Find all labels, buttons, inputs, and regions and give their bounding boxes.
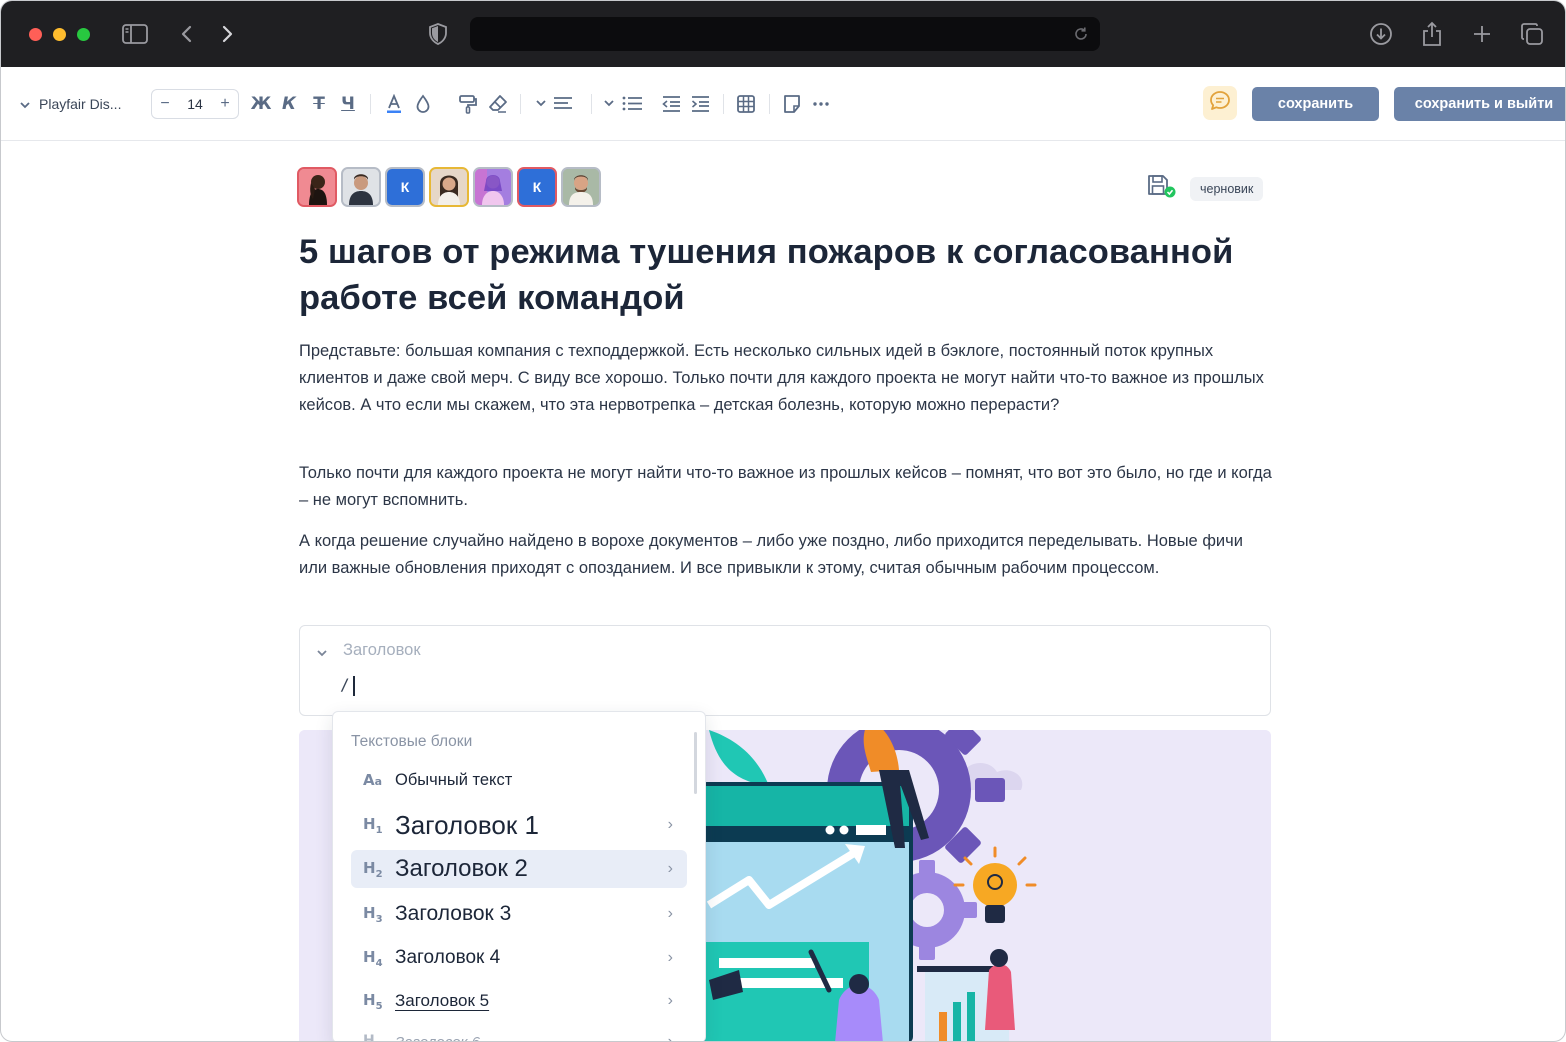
menu-item-heading-6[interactable]: H6 Заголовок 6 ›	[351, 1028, 687, 1042]
note-block-icon[interactable]	[781, 92, 803, 116]
highlight-color-icon[interactable]	[413, 92, 433, 116]
close-window-button[interactable]	[29, 28, 42, 41]
bold-button[interactable]: Ж	[251, 92, 272, 116]
chevron-right-icon: ›	[667, 816, 673, 833]
heading-3-icon: H3	[363, 903, 383, 925]
document-status: черновик	[1146, 173, 1264, 204]
menu-section-title: Текстовые блоки	[351, 733, 473, 750]
paragraph[interactable]: А когда решение случайно найдено в ворох…	[299, 528, 1274, 582]
more-options-icon[interactable]	[811, 92, 831, 116]
slash-command-text: /	[340, 675, 350, 694]
paragraph[interactable]: Представьте: большая компания с техподде…	[299, 338, 1274, 419]
share-icon[interactable]	[1418, 20, 1446, 48]
forward-icon[interactable]	[213, 20, 241, 48]
save-button[interactable]: сохранить	[1252, 87, 1379, 121]
menu-item-label: Заголовок 6	[395, 1033, 481, 1042]
text-caret	[352, 675, 355, 696]
menu-item-label: Заголовок 5	[395, 991, 490, 1010]
avatar[interactable]: К	[517, 167, 557, 207]
heading-2-icon: H2	[363, 858, 383, 880]
toolbar-divider	[520, 94, 521, 114]
menu-item-label: Заголовок 2	[395, 855, 528, 882]
menu-item-heading-2[interactable]: H2 Заголовок 2 ›	[351, 850, 687, 888]
format-painter-icon[interactable]	[457, 92, 479, 116]
heading-4-icon: H4	[363, 947, 383, 969]
sidebar-toggle-icon[interactable]	[121, 20, 149, 48]
menu-item-label: Заголовок 1	[395, 809, 539, 840]
save-and-exit-button[interactable]: сохранить и выйти	[1394, 87, 1565, 121]
heading-6-icon: H6	[363, 1032, 382, 1042]
toolbar-divider	[591, 94, 592, 114]
downloads-icon[interactable]	[1367, 20, 1395, 48]
minimize-window-button[interactable]	[53, 28, 66, 41]
clear-format-icon[interactable]	[487, 92, 509, 116]
font-family-select[interactable]: Playfair Dis...	[19, 93, 121, 115]
avatar[interactable]	[297, 167, 337, 207]
avatar[interactable]	[561, 167, 601, 207]
saved-icon	[1146, 173, 1176, 204]
menu-item-heading-5[interactable]: H5 Заголовок 5 ›	[351, 985, 687, 1017]
decrease-size-button[interactable]: −	[158, 95, 172, 113]
menu-item-plain-text[interactable]: Aa Обычный текст	[351, 764, 687, 796]
text-color-icon[interactable]	[383, 92, 405, 116]
editor-toolbar: Playfair Dis... − 14 + Ж К Т Ч сохранить…	[1, 67, 1565, 141]
toolbar-divider	[370, 94, 371, 114]
toolbar-divider	[769, 94, 770, 114]
tab-overview-icon[interactable]	[1518, 20, 1546, 48]
avatar[interactable]: К	[385, 167, 425, 207]
strikethrough-button[interactable]: Т	[310, 92, 328, 116]
table-icon[interactable]	[735, 92, 757, 116]
font-family-value: Playfair Dis...	[39, 96, 122, 112]
block-type-menu: Текстовые блоки Aa Обычный текст H1 Заго…	[332, 711, 706, 1042]
chevron-right-icon: ›	[667, 949, 673, 966]
document-title[interactable]: 5 шагов от режима тушения пожаров к согл…	[299, 229, 1279, 321]
underline-button[interactable]: Ч	[339, 92, 357, 116]
toolbar-divider	[723, 94, 724, 114]
avatar[interactable]	[341, 167, 381, 207]
comments-button[interactable]	[1203, 86, 1237, 120]
align-dropdown[interactable]	[533, 92, 575, 116]
menu-item-label: Обычный текст	[395, 770, 513, 789]
avatar[interactable]	[473, 167, 513, 207]
browser-window: Playfair Dis... − 14 + Ж К Т Ч сохранить…	[0, 0, 1566, 1042]
menu-scrollbar[interactable]	[694, 732, 697, 794]
collaborator-avatars: К К	[297, 167, 601, 207]
heading-placeholder: Заголовок	[343, 641, 421, 659]
plain-text-icon: Aa	[363, 771, 383, 789]
new-tab-icon[interactable]	[1468, 20, 1496, 48]
browser-titlebar	[1, 1, 1565, 67]
heading-5-icon: H5	[363, 990, 383, 1012]
outdent-icon[interactable]	[660, 92, 682, 116]
chevron-right-icon: ›	[667, 992, 673, 1009]
avatar[interactable]	[429, 167, 469, 207]
heading-1-icon: H1	[363, 814, 383, 836]
collapse-chevron-icon[interactable]	[316, 644, 328, 662]
font-size-stepper[interactable]: − 14 +	[151, 89, 239, 119]
list-dropdown[interactable]	[602, 92, 644, 116]
address-bar[interactable]	[470, 17, 1100, 51]
menu-item-label: Заголовок 4	[395, 947, 501, 968]
chevron-right-icon: ›	[667, 905, 673, 922]
status-badge: черновик	[1190, 176, 1264, 201]
menu-item-label: Заголовок 3	[395, 902, 512, 925]
comment-icon	[1209, 90, 1231, 117]
increase-size-button[interactable]: +	[218, 95, 232, 113]
italic-button[interactable]: К	[280, 92, 298, 116]
menu-item-heading-3[interactable]: H3 Заголовок 3 ›	[351, 896, 687, 932]
maximize-window-button[interactable]	[77, 28, 90, 41]
chevron-down-icon	[19, 96, 31, 112]
paragraph[interactable]: Только почти для каждого проекта не могу…	[299, 460, 1274, 514]
slash-command-input[interactable]: /	[340, 675, 355, 696]
menu-item-heading-1[interactable]: H1 Заголовок 1 ›	[351, 805, 687, 845]
heading-block[interactable]: Заголовок /	[299, 625, 1271, 716]
chevron-right-icon: ›	[667, 1033, 673, 1042]
back-icon[interactable]	[173, 20, 201, 48]
menu-item-heading-4[interactable]: H4 Заголовок 4 ›	[351, 941, 687, 975]
privacy-shield-icon[interactable]	[424, 20, 452, 48]
reload-icon[interactable]	[1068, 21, 1094, 47]
font-size-value[interactable]: 14	[187, 96, 203, 112]
indent-icon[interactable]	[689, 92, 711, 116]
chevron-right-icon: ›	[667, 860, 673, 877]
